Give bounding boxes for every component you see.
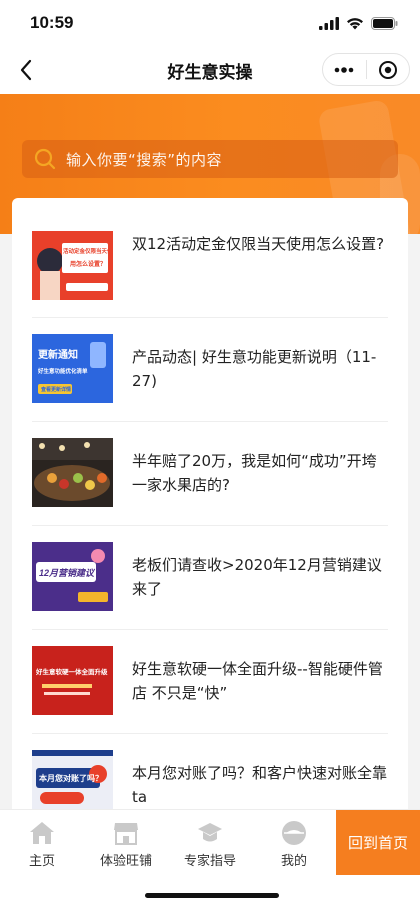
article-title: 好生意软硬一体全面升级--智能硬件管店 不只是“快” (132, 660, 383, 702)
target-icon[interactable] (367, 54, 410, 85)
article-thumbnail: 12月营销建议 (32, 542, 113, 611)
thumbnail-text: 12月营销建议 (39, 568, 95, 578)
article-list: 活动定金仅限当天使 用怎么设置？ 双12活动定金仅限当天使用怎么设置? 更新通知… (12, 198, 408, 818)
article-title: 双12活动定金仅限当天使用怎么设置? (132, 235, 385, 253)
list-item[interactable]: 12月营销建议 老板们请查收>2020年12月营销建议来了 (32, 526, 388, 630)
article-title: 半年赔了20万，我是如何“成功”开垮一家水果店的? (132, 452, 377, 494)
tab-label: 体验旺铺 (99, 854, 152, 869)
article-thumbnail: 活动定金仅限当天使 用怎么设置？ (32, 231, 113, 300)
page-title: 好生意实操 (167, 62, 253, 83)
search-icon (34, 148, 56, 170)
list-item[interactable]: 本月您对账了吗？ 本月您对账了吗？和客户快速对账全靠ta (32, 734, 388, 818)
article-thumbnail: 本月您对账了吗？ (32, 750, 113, 818)
more-dots-icon[interactable] (323, 54, 366, 85)
back-to-home-label: 回到首页 (347, 834, 408, 852)
status-bar: 10:59 (0, 0, 420, 46)
thumbnail-text: 查看更新详情 (41, 387, 72, 393)
list-item[interactable]: 活动定金仅限当天使 用怎么设置？ 双12活动定金仅限当天使用怎么设置? (32, 198, 388, 318)
status-time: 10:59 (30, 13, 74, 32)
tab-label: 专家指导 (183, 854, 236, 869)
thumbnail-text: 好生意软硬一体全面升级 (36, 669, 108, 676)
list-item[interactable]: 半年赔了20万，我是如何“成功”开垮一家水果店的? (32, 422, 388, 526)
article-title: 产品动态| 好生意功能更新说明（11-27) (132, 348, 377, 390)
thumbnail-text: 好生意功能优化清单 (38, 369, 88, 375)
graduation-cap-icon (197, 820, 223, 846)
thumbnail-text: 更新通知 (38, 350, 78, 361)
battery-icon (371, 16, 398, 30)
home-icon (29, 820, 55, 846)
back-to-home-button[interactable]: 回到首页 (336, 810, 420, 875)
thumbnail-text: 活动定金仅限当天使 (63, 249, 113, 255)
list-item[interactable]: 更新通知 好生意功能优化清单 查看更新详情 产品动态| 好生意功能更新说明（11… (32, 318, 388, 422)
thumbnail-text: 用怎么设置？ (70, 262, 107, 268)
thumbnail-text: 本月您对账了吗？ (39, 774, 103, 783)
tab-expert[interactable]: 专家指导 (168, 810, 252, 878)
wifi-icon (347, 17, 363, 29)
list-item[interactable]: 好生意软硬一体全面升级 好生意软硬一体全面升级--智能硬件管店 不只是“快” (32, 630, 388, 734)
mini-program-capsule (322, 53, 410, 86)
shop-icon (113, 820, 139, 846)
article-thumbnail: 更新通知 好生意功能优化清单 查看更新详情 (32, 334, 113, 403)
tab-label: 主页 (28, 854, 55, 869)
tab-home[interactable]: 主页 (0, 810, 84, 878)
search-placeholder: 输入你要“搜索”的内容 (66, 150, 223, 169)
article-title: 本月您对账了吗？和客户快速对账全靠ta (132, 764, 388, 806)
nav-bar: 好生意实操 (0, 46, 420, 94)
home-indicator (145, 893, 279, 898)
article-title: 老板们请查收>2020年12月营销建议来了 (132, 556, 382, 598)
tab-profile[interactable]: 我的 (252, 810, 336, 878)
status-icons (319, 16, 398, 30)
signal-icon (319, 16, 339, 30)
article-thumbnail: 好生意软硬一体全面升级 (32, 646, 113, 715)
search-input[interactable]: 输入你要“搜索”的内容 (22, 140, 398, 178)
article-thumbnail (32, 438, 113, 507)
tab-label: 我的 (280, 854, 307, 869)
tab-shop[interactable]: 体验旺铺 (84, 810, 168, 878)
back-arrow-icon[interactable] (12, 56, 40, 84)
profile-icon (281, 820, 307, 846)
